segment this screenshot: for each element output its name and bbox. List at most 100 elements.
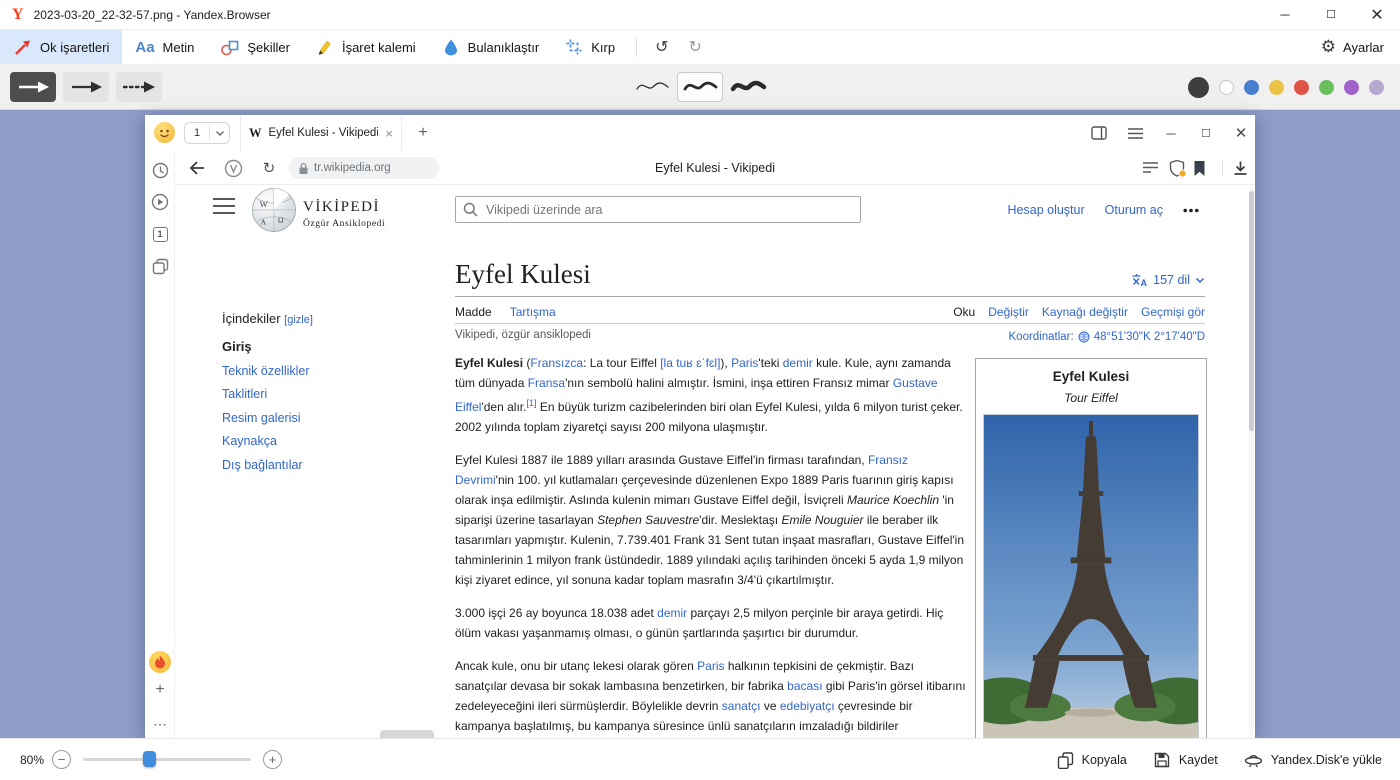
- back-icon[interactable]: [185, 156, 209, 180]
- coordinates-label[interactable]: Koordinatlar:: [1009, 331, 1074, 343]
- upload-disk-button[interactable]: Yandex.Disk'e yükle: [1244, 751, 1382, 769]
- close-window-icon[interactable]: ✕: [1354, 0, 1400, 29]
- article-link[interactable]: demir: [657, 606, 687, 620]
- wiki-tab[interactable]: Geçmişi gör: [1141, 305, 1205, 319]
- wiki-tab[interactable]: Oku: [953, 305, 975, 319]
- article-link[interactable]: Paris: [697, 659, 724, 673]
- arrows-tool-button[interactable]: Ok işaretleri: [0, 30, 122, 64]
- bookmark-flag-icon[interactable]: [1187, 156, 1211, 180]
- page-scrollbar[interactable]: [1249, 187, 1254, 736]
- color-swatch-7[interactable]: [1369, 80, 1384, 95]
- color-palette: [1188, 65, 1384, 110]
- color-swatch-5[interactable]: [1319, 80, 1334, 95]
- color-swatch-2[interactable]: [1244, 80, 1259, 95]
- new-tab-button[interactable]: +: [411, 121, 435, 145]
- toc-hide-link[interactable]: [gizle]: [284, 314, 313, 326]
- article-link[interactable]: Paris: [731, 356, 758, 370]
- toc-item[interactable]: Kaynakça: [222, 434, 412, 448]
- arrow-style-solid-selected[interactable]: [10, 72, 56, 102]
- color-swatch-1[interactable]: [1219, 80, 1234, 95]
- blur-tool-button[interactable]: Bulanıklaştır: [429, 30, 553, 64]
- zoom-in-button[interactable]: +: [263, 750, 282, 769]
- color-swatch-4[interactable]: [1294, 80, 1309, 95]
- zen-feed-icon[interactable]: [145, 649, 175, 675]
- settings-button[interactable]: ⚙ Ayarlar: [1305, 30, 1400, 64]
- chevron-down-icon[interactable]: [210, 130, 229, 137]
- zoom-out-button[interactable]: −: [52, 750, 71, 769]
- yandex-services-icon[interactable]: [221, 156, 245, 180]
- coordinates-value[interactable]: 48°51'30"K 2°17'40"D: [1094, 331, 1205, 343]
- article-link[interactable]: [la tuʁ ɛˈfɛl]: [660, 356, 720, 370]
- article-link[interactable]: edebiyatçı: [780, 699, 835, 713]
- minimize-window-icon[interactable]: ─: [1262, 0, 1308, 29]
- wikipedia-globe-logo[interactable]: W Ω A: [250, 185, 298, 233]
- browser-menu-icon[interactable]: [1122, 121, 1148, 145]
- line-medium-button-selected[interactable]: [677, 72, 723, 102]
- wiki-tab[interactable]: Kaynağı değiştir: [1042, 305, 1128, 319]
- download-icon[interactable]: [1228, 156, 1252, 180]
- browser-menu-smiley-icon[interactable]: [154, 122, 175, 143]
- tab-list-icon[interactable]: 1: [145, 221, 175, 247]
- article-link[interactable]: Fransa: [528, 376, 565, 390]
- reference-link[interactable]: [1]: [526, 398, 536, 408]
- wiki-tab[interactable]: Tartışma: [510, 305, 556, 319]
- wiki-menu-icon[interactable]: [213, 198, 235, 216]
- address-bar[interactable]: tr.wikipedia.org: [289, 157, 439, 179]
- browser-maximize-icon[interactable]: ☐: [1193, 121, 1219, 145]
- create-account-link[interactable]: Hesap oluştur: [1008, 203, 1085, 217]
- line-thin-button[interactable]: [629, 72, 675, 102]
- toc-item[interactable]: Resim galerisi: [222, 411, 412, 425]
- color-swatch-0[interactable]: [1188, 77, 1209, 98]
- refresh-icon[interactable]: ↻: [257, 156, 281, 180]
- wikipedia-wordmark[interactable]: VİKİPEDİ Özgür Ansiklopedi: [303, 199, 385, 229]
- article-link[interactable]: demir: [783, 356, 813, 370]
- sidebar-add-icon[interactable]: +: [145, 677, 175, 703]
- sign-in-link[interactable]: Oturum aç: [1105, 203, 1163, 217]
- scrollbar-thumb[interactable]: [1249, 191, 1254, 431]
- wiki-tab[interactable]: Madde: [455, 305, 492, 319]
- toc-item[interactable]: Dış bağlantılar: [222, 458, 412, 472]
- editor-canvas[interactable]: 1 W Eyfel Kulesi - Vikipedi × + ─ ☐ ✕: [0, 110, 1400, 738]
- wiki-tab[interactable]: Değiştir: [988, 305, 1029, 319]
- article-link[interactable]: bacası: [787, 679, 822, 693]
- arrow-style-thin[interactable]: [63, 72, 109, 102]
- copy-button[interactable]: Kopyala: [1057, 751, 1127, 769]
- sidebar-more-icon[interactable]: ⋯: [145, 711, 175, 737]
- browser-minimize-icon[interactable]: ─: [1158, 121, 1184, 145]
- save-button[interactable]: Kaydet: [1153, 751, 1218, 769]
- zoom-slider-handle[interactable]: [143, 751, 156, 767]
- video-play-icon[interactable]: [145, 189, 175, 215]
- collections-icon[interactable]: [145, 253, 175, 279]
- cutoff-ui-element: [380, 730, 434, 738]
- toc-item[interactable]: Giriş: [222, 339, 412, 354]
- article-link[interactable]: Fransızca: [530, 356, 583, 370]
- arrow-style-dotted[interactable]: [116, 72, 162, 102]
- article-link[interactable]: sanatçı: [722, 699, 761, 713]
- lock-icon: [298, 162, 309, 175]
- maximize-window-icon[interactable]: ☐: [1308, 0, 1354, 29]
- reader-mode-icon[interactable]: [1138, 156, 1162, 180]
- undo-button[interactable]: ↺: [645, 30, 678, 64]
- browser-tab-active[interactable]: W Eyfel Kulesi - Vikipedi ×: [240, 115, 402, 151]
- redo-button[interactable]: ↻: [678, 30, 711, 64]
- shapes-tool-button[interactable]: Şekiller: [207, 30, 303, 64]
- eiffel-tower-photo[interactable]: [983, 414, 1199, 738]
- crop-tool-button[interactable]: Kırp: [552, 30, 628, 64]
- color-swatch-3[interactable]: [1269, 80, 1284, 95]
- zoom-slider[interactable]: [83, 758, 251, 761]
- marker-tool-button[interactable]: İşaret kalemi: [303, 30, 429, 64]
- tab-counter-button[interactable]: 1: [184, 122, 230, 144]
- toc-item[interactable]: Teknik özellikler: [222, 364, 412, 378]
- line-thick-button[interactable]: [725, 72, 771, 102]
- more-options-icon[interactable]: [1183, 208, 1199, 213]
- side-panel-icon[interactable]: [1086, 121, 1112, 145]
- browser-close-icon[interactable]: ✕: [1228, 121, 1254, 145]
- protect-shield-icon[interactable]: [1165, 156, 1189, 180]
- color-swatch-6[interactable]: [1344, 80, 1359, 95]
- history-clock-icon[interactable]: [145, 157, 175, 183]
- language-selector[interactable]: A 157 dil: [1131, 273, 1205, 287]
- toc-item[interactable]: Taklitleri: [222, 387, 412, 401]
- wiki-search-input[interactable]: [455, 196, 861, 223]
- text-tool-button[interactable]: Aa Metin: [122, 30, 207, 64]
- close-tab-icon[interactable]: ×: [385, 126, 393, 141]
